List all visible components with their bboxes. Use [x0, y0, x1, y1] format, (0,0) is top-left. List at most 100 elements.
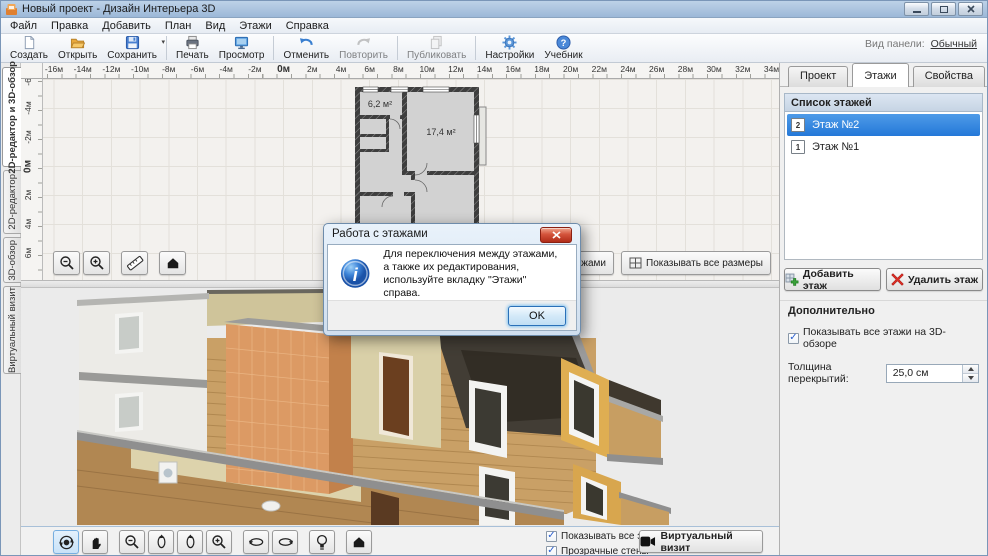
floors-dialog: Работа с этажами i Для переключения межд…: [323, 223, 581, 336]
floor-list: 2 Этаж №2 1 Этаж №1: [784, 112, 983, 260]
ruler-icon: [126, 255, 143, 271]
home-view-3d-button[interactable]: [346, 530, 372, 554]
menu-view[interactable]: Вид: [198, 19, 232, 33]
tutorial-button[interactable]: ? Учебник: [539, 34, 587, 62]
ruler-y-label: 4м: [23, 218, 33, 230]
zoom-in-button[interactable]: [83, 251, 110, 275]
ruler-x-label: 0м: [277, 64, 291, 75]
orbit-ccw-icon: [248, 538, 263, 546]
ruler-x-label: 12м: [448, 64, 464, 74]
floor-buttons: Добавить этаж Удалить этаж: [784, 268, 983, 292]
home-icon: [167, 258, 178, 269]
publish-button[interactable]: Публиковать: [402, 34, 471, 62]
undo-button[interactable]: Отменить: [278, 34, 334, 62]
ruler-y-label: -4м: [23, 101, 33, 115]
zoom-out-icon: [59, 256, 74, 270]
menu-file[interactable]: Файл: [3, 19, 44, 33]
light-bulb-icon: [316, 534, 328, 550]
zoom-out-3d-button[interactable]: [119, 530, 145, 554]
checkbox-checked-icon[interactable]: ✓: [546, 545, 557, 555]
maximize-icon: [939, 5, 948, 13]
ruler-x-label: -6м: [190, 64, 205, 74]
tab-2d-3d[interactable]: 2D-редактор и 3D-обзор: [2, 61, 21, 173]
left-tab-strip: 2D-редактор и 3D-обзор 2D-редактор 3D-об…: [1, 61, 21, 555]
add-floor-button[interactable]: Добавить этаж: [784, 268, 881, 292]
ruler-y-ticks: [38, 81, 42, 280]
minimize-button[interactable]: [904, 2, 929, 16]
rotate-left-button[interactable]: [148, 530, 174, 554]
preview-button[interactable]: Просмотр: [214, 34, 270, 62]
thickness-spinner[interactable]: 25,0 см: [885, 363, 979, 383]
floor-list-item[interactable]: 2 Этаж №2: [787, 114, 980, 136]
menu-edit[interactable]: Правка: [44, 19, 95, 33]
ruler-y-label: 6м: [23, 247, 33, 259]
menu-plan[interactable]: План: [158, 19, 199, 33]
tab-2d-editor[interactable]: 2D-редактор: [3, 170, 21, 234]
save-dropdown-caret[interactable]: ▾: [161, 38, 165, 46]
menu-help[interactable]: Справка: [279, 19, 336, 33]
ruler-x-label: 2м: [307, 64, 318, 74]
panel-view: Вид панели: Обычный: [865, 38, 977, 50]
dialog-close-button[interactable]: [540, 227, 572, 243]
gear-icon: [502, 35, 517, 50]
light-button[interactable]: [309, 530, 335, 554]
floor-list-header: Список этажей: [784, 93, 983, 112]
menu-floors[interactable]: Этажи: [232, 19, 278, 33]
zoom-out-button[interactable]: [53, 251, 80, 275]
orbit-ccw-button[interactable]: [243, 530, 269, 554]
spinner-down-button[interactable]: [963, 373, 978, 382]
redo-button[interactable]: Повторить: [334, 34, 393, 62]
maximize-button[interactable]: [931, 2, 956, 16]
ok-button[interactable]: OK: [508, 305, 566, 326]
ruler-y: -6м -4м -2м 0м 2м 4м 6м: [21, 72, 43, 280]
floor-list-item[interactable]: 1 Этаж №1: [787, 136, 980, 158]
ruler-x-label: 4м: [335, 64, 347, 74]
orbit-tool-button[interactable]: [53, 530, 79, 554]
app-window: Новый проект - Дизайн Интерьера 3D Файл …: [0, 0, 988, 556]
delete-floor-button[interactable]: Удалить этаж: [886, 268, 983, 291]
close-button[interactable]: [958, 2, 983, 16]
settings-button[interactable]: Настройки: [480, 34, 539, 62]
print-button[interactable]: Печать: [171, 34, 214, 62]
orbit-cw-button[interactable]: [272, 530, 298, 554]
ruler-x-label: -12м: [102, 64, 121, 74]
toolbar: Создать Открыть ▾ Сохранить Печать Просм…: [1, 34, 987, 63]
pan-tool-button[interactable]: [82, 530, 108, 554]
dialog-message: Для переключения между этажами, а также …: [383, 247, 558, 299]
rotate-right-button[interactable]: [177, 530, 203, 554]
tab-floors[interactable]: Этажи: [852, 63, 909, 87]
room-label-kitchen: 6,2 м²: [368, 99, 392, 109]
panel-view-label: Вид панели:: [865, 38, 925, 50]
virtual-visit-button[interactable]: Виртуальный визит: [639, 530, 763, 554]
open-button[interactable]: Открыть: [53, 34, 102, 62]
tab-virtual-visit[interactable]: Виртуальный визит: [3, 286, 21, 374]
titlebar: Новый проект - Дизайн Интерьера 3D: [1, 1, 987, 18]
show-all-dimensions-button[interactable]: Показывать все размеры: [621, 251, 771, 275]
arrow-down-icon: [967, 375, 974, 380]
checkbox-checked-icon[interactable]: ✓: [788, 332, 799, 344]
toolbar-separator: [166, 36, 167, 60]
spinner-up-button[interactable]: [963, 364, 978, 374]
floor-icon: 2: [791, 118, 805, 132]
home-view-button[interactable]: [159, 251, 186, 275]
new-button[interactable]: Создать: [5, 34, 53, 62]
tab-3d-view[interactable]: 3D-обзор: [3, 237, 21, 283]
ruler-x: -16м -14м -12м -10м -8м -6м -4м -2м 0м 2м 4м 6м 8м 10…: [43, 63, 779, 79]
delete-x-icon: [891, 273, 904, 286]
toolbar-separator: [273, 36, 275, 60]
ruler-x-label: -2м: [248, 64, 262, 74]
panel-view-link[interactable]: Обычный: [931, 38, 977, 50]
thickness-value[interactable]: 25,0 см: [887, 365, 962, 382]
menu-add[interactable]: Добавить: [95, 19, 158, 33]
zoom-in-3d-button[interactable]: [206, 530, 232, 554]
measure-button[interactable]: [121, 251, 148, 275]
thickness-label: Толщина перекрытий:: [788, 361, 849, 385]
svg-text:?: ?: [561, 38, 567, 48]
rotate-right-icon: [186, 534, 194, 549]
show-floors-3d-option[interactable]: ✓ Показывать все этажи на 3D-обзоре: [788, 326, 979, 350]
checkbox-checked-icon[interactable]: ✓: [546, 530, 557, 542]
ruler-y-label: 2м: [23, 189, 33, 201]
tab-project[interactable]: Проект: [788, 66, 849, 87]
save-button[interactable]: ▾ Сохранить: [102, 34, 165, 62]
tab-properties[interactable]: Свойства: [912, 66, 985, 87]
